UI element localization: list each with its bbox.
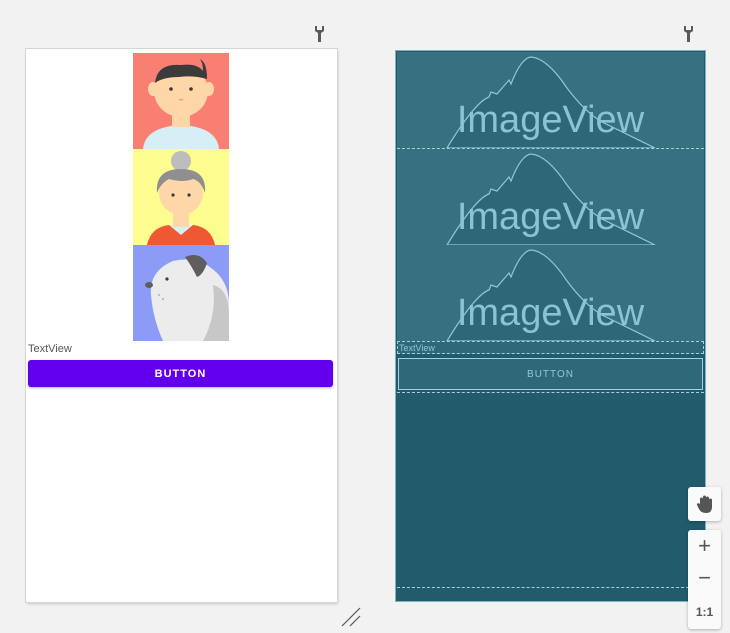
design-surface[interactable]: TextView BUTTON xyxy=(26,49,337,602)
wrench-icon[interactable] xyxy=(681,25,697,43)
imageview-label: ImageView xyxy=(456,292,645,334)
blueprint-imageview[interactable]: ImageView xyxy=(397,149,704,246)
blueprint-surface[interactable]: ImageView ImageView ImageView TextView B… xyxy=(396,51,705,601)
blueprint-imageview[interactable]: ImageView xyxy=(397,245,704,342)
blueprint-textview[interactable]: TextView xyxy=(397,341,704,354)
zoom-in-button[interactable]: + xyxy=(688,530,721,562)
resize-handle-icon[interactable] xyxy=(340,606,362,628)
blueprint-button[interactable]: BUTTON xyxy=(398,358,703,390)
button[interactable]: BUTTON xyxy=(28,360,333,387)
pan-button[interactable] xyxy=(688,487,721,521)
hand-icon xyxy=(696,495,712,513)
dog-avatar-image[interactable] xyxy=(133,245,229,341)
imageview-label: ImageView xyxy=(456,99,645,141)
wrench-icon[interactable] xyxy=(312,25,328,43)
blueprint-empty-area xyxy=(397,392,704,588)
zoom-actual-size-button[interactable]: 1:1 xyxy=(688,596,721,628)
imageview-label: ImageView xyxy=(456,196,645,238)
zoom-out-button[interactable]: − xyxy=(688,562,721,594)
blueprint-imageview[interactable]: ImageView xyxy=(397,52,704,149)
boy-avatar-image[interactable] xyxy=(133,53,229,149)
grandma-avatar-image[interactable] xyxy=(133,149,229,245)
zoom-controls: + − 1:1 xyxy=(688,530,721,629)
textview[interactable]: TextView xyxy=(28,343,72,355)
